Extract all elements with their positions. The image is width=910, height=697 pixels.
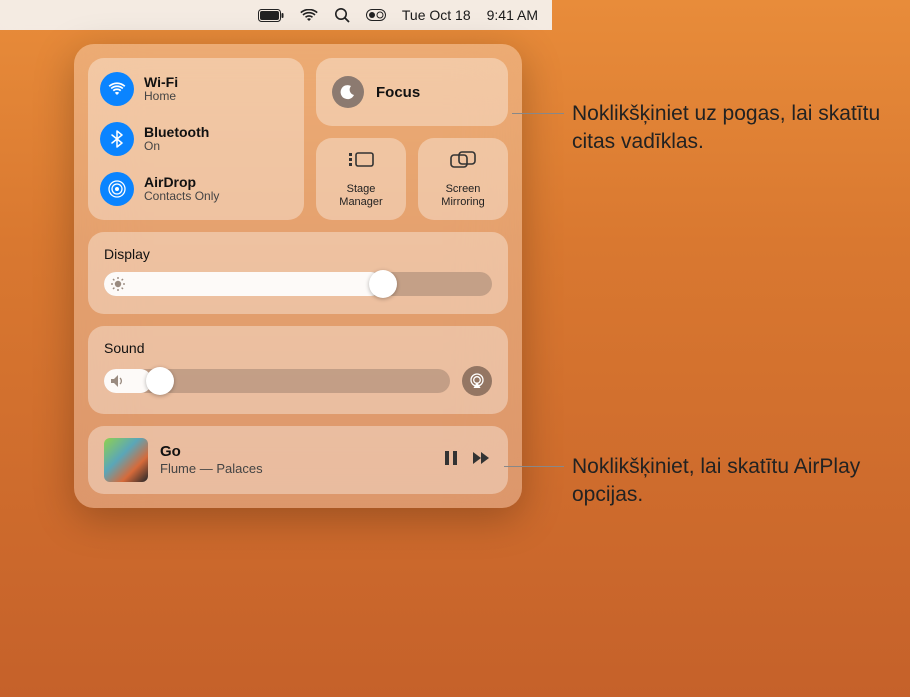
display-title: Display	[104, 246, 492, 262]
airdrop-subtitle: Contacts Only	[144, 190, 219, 204]
album-art	[104, 438, 148, 482]
sound-slider[interactable]	[104, 369, 450, 393]
stage-manager-label: Stage Manager	[339, 183, 382, 208]
wifi-title: Wi-Fi	[144, 74, 178, 90]
bluetooth-subtitle: On	[144, 140, 209, 154]
connectivity-tile: Wi-Fi Home Bluetooth On AirDrop	[88, 58, 304, 220]
wifi-icon	[100, 72, 134, 106]
airdrop-row[interactable]: AirDrop Contacts Only	[100, 168, 292, 210]
stage-manager-icon	[347, 150, 375, 177]
screen-mirroring-icon	[449, 150, 477, 177]
now-playing-tile[interactable]: Go Flume — Palaces	[88, 426, 508, 494]
menubar-time[interactable]: 9:41 AM	[487, 7, 538, 23]
airplay-button[interactable]	[462, 366, 492, 396]
wifi-icon	[300, 9, 318, 22]
brightness-icon	[110, 276, 126, 292]
pause-button[interactable]	[444, 450, 458, 471]
search-icon[interactable]	[334, 7, 350, 23]
display-tile: Display	[88, 232, 508, 314]
callout-line	[512, 113, 564, 114]
wifi-row[interactable]: Wi-Fi Home	[100, 68, 292, 110]
bluetooth-title: Bluetooth	[144, 124, 209, 140]
next-track-button[interactable]	[472, 451, 492, 470]
callout-focus: Noklikšķiniet uz pogas, lai skatītu cita…	[572, 100, 902, 157]
screen-mirroring-label: Screen Mirroring	[441, 183, 484, 208]
screen-mirroring-tile[interactable]: Screen Mirroring	[418, 138, 508, 220]
volume-icon	[110, 374, 126, 388]
battery-icon	[258, 9, 284, 22]
sound-tile: Sound	[88, 326, 508, 414]
control-center-panel: Wi-Fi Home Bluetooth On AirDrop	[74, 44, 522, 508]
display-slider[interactable]	[104, 272, 492, 296]
stage-manager-tile[interactable]: Stage Manager	[316, 138, 406, 220]
control-center-icon[interactable]	[366, 9, 386, 21]
bluetooth-row[interactable]: Bluetooth On	[100, 118, 292, 160]
focus-tile[interactable]: Focus	[316, 58, 508, 126]
wifi-subtitle: Home	[144, 90, 178, 104]
track-subtitle: Flume — Palaces	[160, 461, 432, 477]
airdrop-title: AirDrop	[144, 174, 219, 190]
menubar: Tue Oct 18 9:41 AM	[0, 0, 552, 30]
callout-line	[504, 466, 564, 467]
sound-title: Sound	[104, 340, 492, 356]
moon-icon	[332, 76, 364, 108]
callout-airplay: Noklikšķiniet, lai skatītu AirPlay opcij…	[572, 453, 902, 510]
airplay-icon	[468, 373, 486, 389]
airdrop-icon	[100, 172, 134, 206]
track-title: Go	[160, 443, 432, 461]
menubar-date[interactable]: Tue Oct 18	[402, 7, 471, 23]
bluetooth-icon	[100, 122, 134, 156]
focus-label: Focus	[376, 84, 420, 101]
